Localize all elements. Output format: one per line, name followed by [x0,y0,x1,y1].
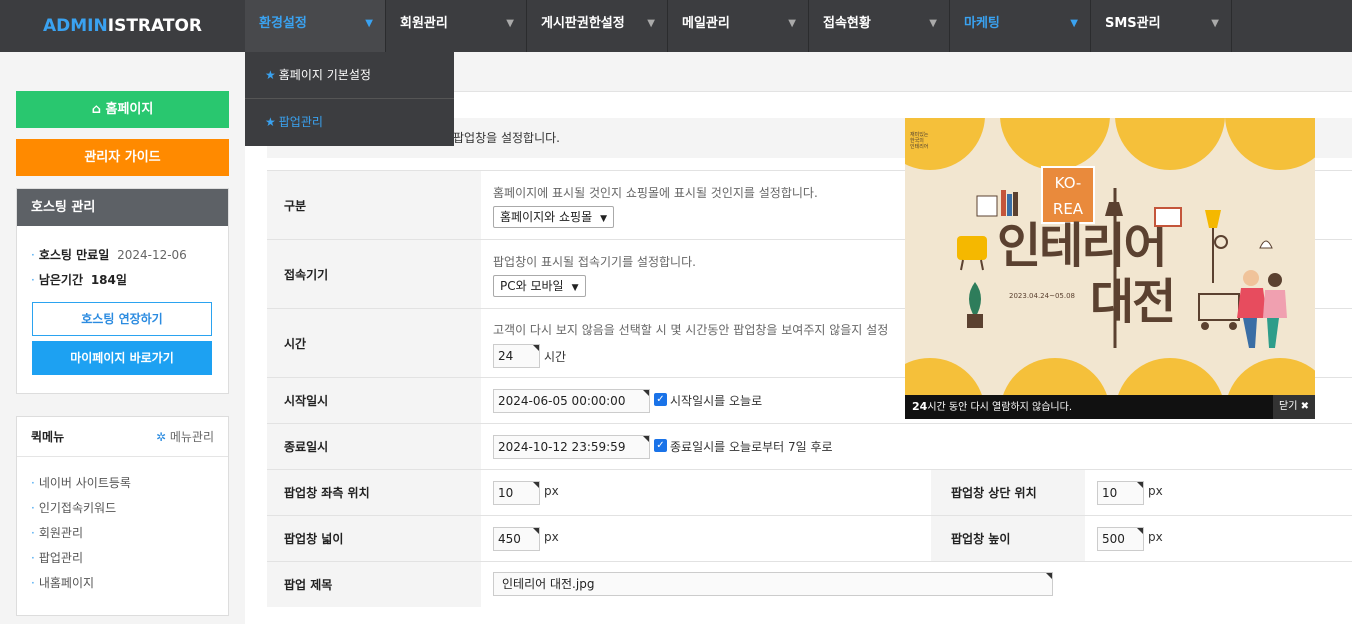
menu-manage-link[interactable]: ✲ 메뉴관리 [156,417,214,457]
admin-guide-button[interactable]: 관리자 가이드 [16,139,229,176]
settings-dropdown: ★ 홈페이지 기본설정 ★ 팝업관리 [245,52,454,146]
row-title: 팝업 제목 인테리어 대전.jpg [267,561,1352,607]
chevron-down-icon: ▼ [929,18,937,29]
quick-item[interactable]: · 인기접속키워드 [31,496,228,521]
end-date-input[interactable]: 2024-10-12 23:59:59 [493,435,650,459]
quick-menu-title: 퀵메뉴 [31,430,65,444]
home-icon: ⌂ [91,102,106,117]
chevron-down-icon: ▼ [1070,18,1078,29]
chevron-down-icon: ▼ [506,18,514,29]
row-position: 팝업창 좌측 위치 10 px 팝업창 상단 위치 10 px [267,469,1352,515]
popup-close-button[interactable]: 닫기 ✖ [1273,395,1315,419]
logo[interactable]: ADMINISTRATOR [0,0,245,52]
row-size: 팝업창 넓이 450 px 팝업창 높이 500 px [267,515,1352,561]
mypage-button[interactable]: 마이페이지 바로가기 [32,341,212,375]
chevron-down-icon: ▼ [788,18,796,29]
quick-menu-panel: 퀵메뉴 ✲ 메뉴관리 · 네이버 사이트등록 · 인기접속키워드 · 회원관리 · 팝업… [16,416,229,616]
popup-preview[interactable]: 재미있는 한국의 인테리어 KO- REA 인테리어 대전 2023.04.24~… [905,118,1315,419]
chevron-down-icon: ▼ [1211,18,1219,29]
hosting-expire: · 호스팅 만료일 2024-12-06 [31,248,187,262]
top-navbar: ADMINISTRATOR 환경설정 ▼ 회원관리 ▼ 게시판권한설정 ▼ 메일관리 ▼… [0,0,1352,52]
quick-item[interactable]: · 팝업관리 [31,546,228,571]
homepage-button[interactable]: ⌂ 홈페이지 [16,91,229,128]
dropdown-item-homepage-settings[interactable]: ★ 홈페이지 기본설정 [245,52,454,99]
end-week-checkbox[interactable]: ✓ [654,439,667,452]
height-input[interactable]: 500 [1097,527,1144,551]
star-icon: ★ [265,68,276,82]
chevron-down-icon: ▼ [647,18,655,29]
hosting-title: 호스팅 관리 [17,189,228,226]
hosting-remaining: · 남은기간 184일 [31,273,127,287]
row-end: 종료일시 2024-10-12 23:59:59 ✓ 종료일시를 오늘로부터 7… [267,423,1352,469]
quick-item[interactable]: · 회원관리 [31,521,228,546]
start-today-checkbox[interactable]: ✓ [654,393,667,406]
start-date-input[interactable]: 2024-06-05 00:00:00 [493,389,650,413]
nav-mail[interactable]: 메일관리 ▼ [668,0,809,52]
type-select[interactable]: 홈페이지와 쇼핑몰 ▼ [493,206,615,228]
hours-input[interactable]: 24 [493,344,540,368]
star-icon: ★ [265,115,276,129]
chevron-down-icon: ▼ [571,283,579,293]
nav-sms[interactable]: SMS관리 ▼ [1091,0,1232,52]
top-position-input[interactable]: 10 [1097,481,1144,505]
device-select[interactable]: PC와 모바일 ▼ [493,275,586,297]
left-position-input[interactable]: 10 [493,481,540,505]
nav-members[interactable]: 회원관리 ▼ [386,0,527,52]
main-nav: 환경설정 ▼ 회원관리 ▼ 게시판권한설정 ▼ 메일관리 ▼ 접속현황 ▼ 마케팅 ▼ SM… [245,0,1232,52]
gear-icon: ✲ [155,430,166,444]
quick-item[interactable]: · 네이버 사이트등록 [31,471,228,496]
nav-marketing[interactable]: 마케팅 ▼ [950,0,1091,52]
popup-title-input[interactable]: 인테리어 대전.jpg [493,572,1053,596]
quick-item[interactable]: · 내홈페이지 [31,571,228,596]
chevron-down-icon: ▼ [365,18,373,29]
popup-footer: 24시간 동안 다시 열람하지 않습니다. 닫기 ✖ [905,395,1315,419]
interior-illustration [957,188,1287,348]
nav-board-permissions[interactable]: 게시판권한설정 ▼ [527,0,668,52]
hosting-panel: 호스팅 관리 · 호스팅 만료일 2024-12-06 · 남은기간 184일 호스… [16,188,229,394]
extend-hosting-button[interactable]: 호스팅 연장하기 [32,302,212,336]
nav-access-stats[interactable]: 접속현황 ▼ [809,0,950,52]
chevron-down-icon: ▼ [600,214,608,224]
dropdown-item-popup-management[interactable]: ★ 팝업관리 [245,99,454,146]
nav-settings[interactable]: 환경설정 ▼ [245,0,386,52]
width-input[interactable]: 450 [493,527,540,551]
